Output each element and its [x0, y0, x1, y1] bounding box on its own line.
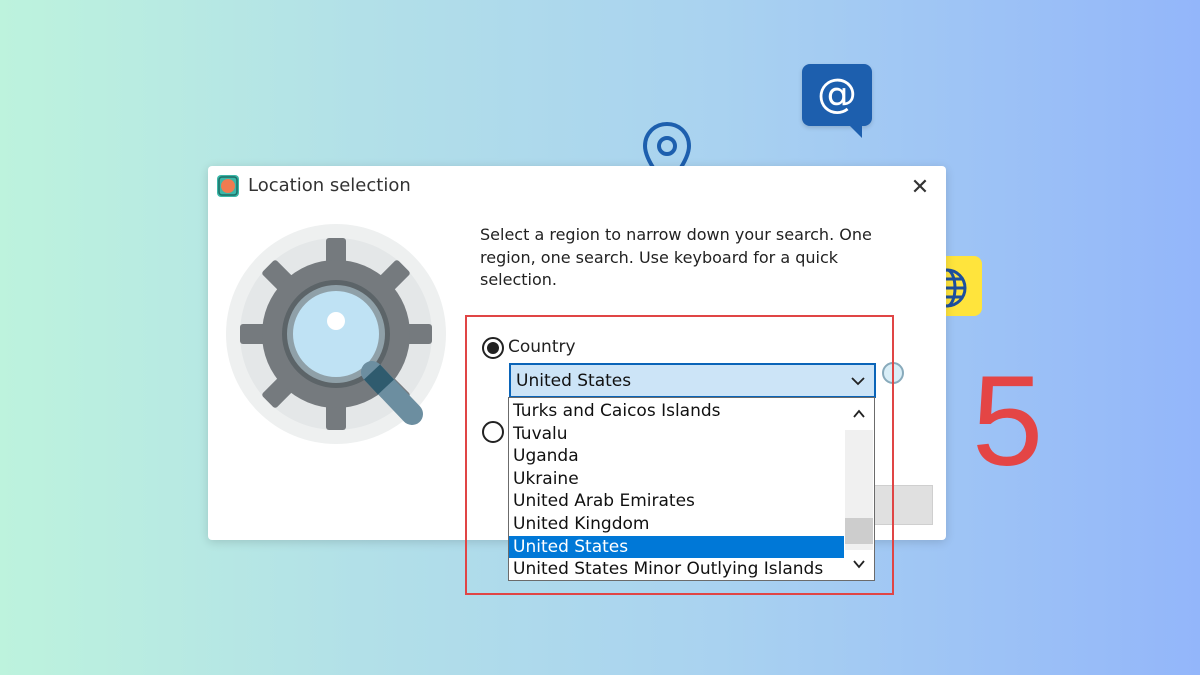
instructions-text: Select a region to narrow down your sear…: [480, 225, 872, 289]
magnifier-icon: [882, 362, 904, 390]
dropdown-option[interactable]: United States: [509, 535, 845, 559]
country-label: Country: [508, 337, 576, 357]
search-settings-illustration: [226, 224, 446, 444]
dropdown-option[interactable]: United States Minor Outlying Islands: [509, 558, 845, 580]
at-symbol: @: [817, 71, 857, 117]
country-radio[interactable]: [482, 337, 504, 359]
close-button[interactable]: ✕: [906, 172, 934, 200]
app-logo-icon: [217, 175, 239, 197]
dropdown-option[interactable]: Uganda: [509, 445, 845, 468]
dropdown-option[interactable]: United Arab Emirates: [509, 490, 845, 513]
scrollbar[interactable]: [844, 398, 874, 580]
dialog-title: Location selection: [248, 175, 411, 196]
dropdown-option[interactable]: Turks and Caicos Islands: [509, 400, 845, 423]
dropdown-option[interactable]: Tuvalu: [509, 423, 845, 446]
country-dropdown-list[interactable]: Turks and Caicos Islands Tuvalu Uganda Ukra…: [508, 397, 875, 581]
chevron-down-icon[interactable]: [851, 556, 867, 572]
email-chat-bubble-icon: @: [802, 64, 872, 138]
scroll-thumb[interactable]: [845, 518, 873, 544]
chevron-down-icon: [851, 377, 865, 386]
country-combobox[interactable]: United States: [509, 363, 876, 398]
combobox-value: United States: [516, 371, 632, 391]
close-icon: ✕: [910, 175, 930, 200]
dropdown-option[interactable]: Ukraine: [509, 468, 845, 491]
other-region-radio[interactable]: [482, 421, 504, 443]
step-number: 5: [972, 350, 1044, 493]
options-list: Turks and Caicos Islands Tuvalu Uganda Ukra…: [509, 400, 845, 580]
dialog-action-button[interactable]: [871, 485, 933, 525]
chevron-up-icon[interactable]: [851, 406, 867, 422]
dropdown-option[interactable]: United Kingdom: [509, 513, 845, 536]
